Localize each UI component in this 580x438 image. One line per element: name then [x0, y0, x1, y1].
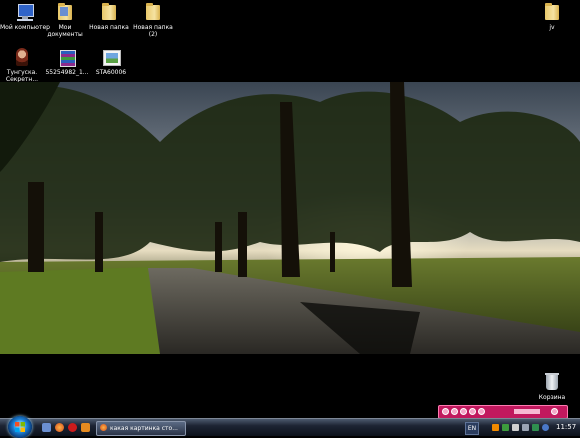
folder-icon	[98, 2, 120, 22]
desktop-icon-recycle-bin[interactable]: Корзина	[527, 372, 577, 401]
taskbar-window-title: какая картинка сто...	[110, 425, 178, 432]
taskbar: какая картинка сто... EN 11:57	[0, 416, 580, 438]
desktop-icon-label: STA60006	[95, 69, 127, 76]
desktop-icon-label: Мои документы	[47, 24, 83, 38]
media-volume-slider[interactable]	[514, 409, 540, 414]
media-play-button[interactable]	[460, 408, 467, 415]
desktop-icon-sta60006[interactable]: STA60006	[86, 47, 136, 76]
tray-play-icon[interactable]	[492, 424, 499, 431]
desktop-icon-new-folder-2[interactable]: Новая папка (2)	[128, 2, 178, 38]
folder-icon	[142, 2, 164, 22]
taskbar-clock[interactable]: 11:57	[556, 419, 576, 436]
image-file-icon	[100, 47, 122, 67]
folder-icon	[541, 2, 563, 22]
desktop-icon-label: Тунгуска. Секретн...	[5, 69, 39, 83]
desktop-icon-label: 55254982_1...	[45, 69, 89, 76]
media-stop-button[interactable]	[442, 408, 449, 415]
opera-icon[interactable]	[68, 423, 77, 432]
desktop-icon-my-documents[interactable]: Мои документы	[40, 2, 90, 38]
desktop-icon-label: jv	[549, 24, 555, 31]
browser-icon	[100, 424, 107, 431]
tray-volume-icon[interactable]	[522, 424, 529, 431]
language-indicator[interactable]: EN	[465, 422, 479, 435]
desktop-icon-label: Корзина	[538, 394, 566, 401]
desktop: Мой компьютер Мои документы Новая папка …	[0, 0, 580, 418]
desktop-icon-tunguska[interactable]: Тунгуска. Секретн...	[0, 47, 47, 83]
desktop-wallpaper	[0, 82, 580, 354]
folder-icon	[54, 2, 76, 22]
archive-icon	[56, 47, 78, 67]
firefox-icon[interactable]	[55, 423, 64, 432]
desktop-icon-jv[interactable]: jv	[527, 2, 577, 31]
desktop-icon-label: Новая папка (2)	[133, 24, 173, 38]
tray-shield-icon[interactable]	[532, 424, 539, 431]
media-previous-button[interactable]	[451, 408, 458, 415]
desktop-icon-archive[interactable]: 55254982_1...	[42, 47, 92, 76]
taskbar-window-button[interactable]: какая картинка сто...	[96, 421, 186, 436]
computer-icon	[14, 2, 36, 22]
media-mute-button[interactable]	[478, 408, 485, 415]
media-next-button[interactable]	[469, 408, 476, 415]
recycle-bin-icon	[541, 372, 563, 392]
media-player-deskband[interactable]	[438, 405, 568, 419]
media-player-icon[interactable]	[81, 423, 90, 432]
desktop-icon-new-folder[interactable]: Новая папка	[84, 2, 134, 31]
desktop-icon-label: Новая папка	[89, 24, 129, 31]
windows-logo-icon	[15, 422, 25, 432]
game-icon	[11, 47, 33, 67]
tray-network-icon[interactable]	[502, 424, 509, 431]
tray-info-icon[interactable]	[542, 424, 549, 431]
show-desktop-icon[interactable]	[42, 423, 51, 432]
wallpaper-image	[0, 82, 580, 354]
tray-antivirus-icon[interactable]	[512, 424, 519, 431]
media-menu-button[interactable]	[551, 408, 558, 415]
